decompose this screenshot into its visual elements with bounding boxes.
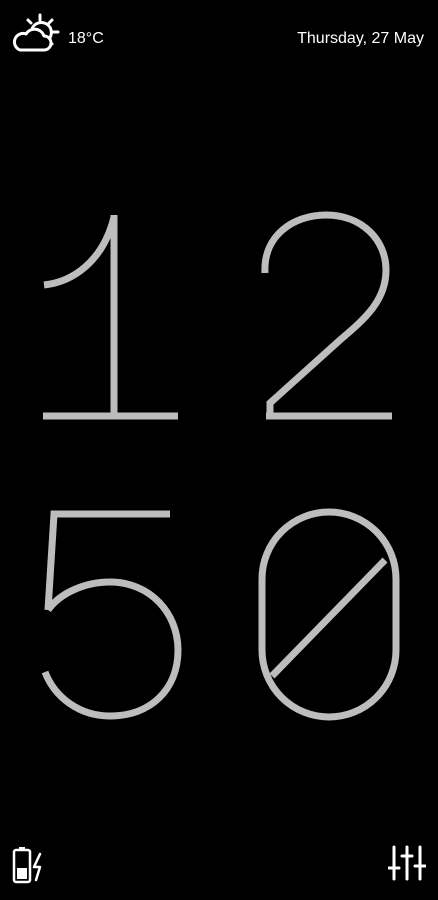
hour-digit-1: 1 — [43, 215, 178, 420]
date-label: Thursday, 27 May — [297, 30, 424, 47]
hour-digit-2: 2 — [261, 211, 392, 420]
battery-charging-icon — [12, 847, 42, 884]
clock-display: 1 2 5 0 — [41, 211, 400, 721]
partly-cloudy-sun-icon — [12, 13, 60, 52]
temperature-label: 18°C — [68, 30, 104, 47]
minute-digit-0: 0 — [258, 508, 400, 721]
sliders-icon[interactable] — [388, 844, 426, 882]
minute-digit-5: 5 — [41, 510, 182, 720]
